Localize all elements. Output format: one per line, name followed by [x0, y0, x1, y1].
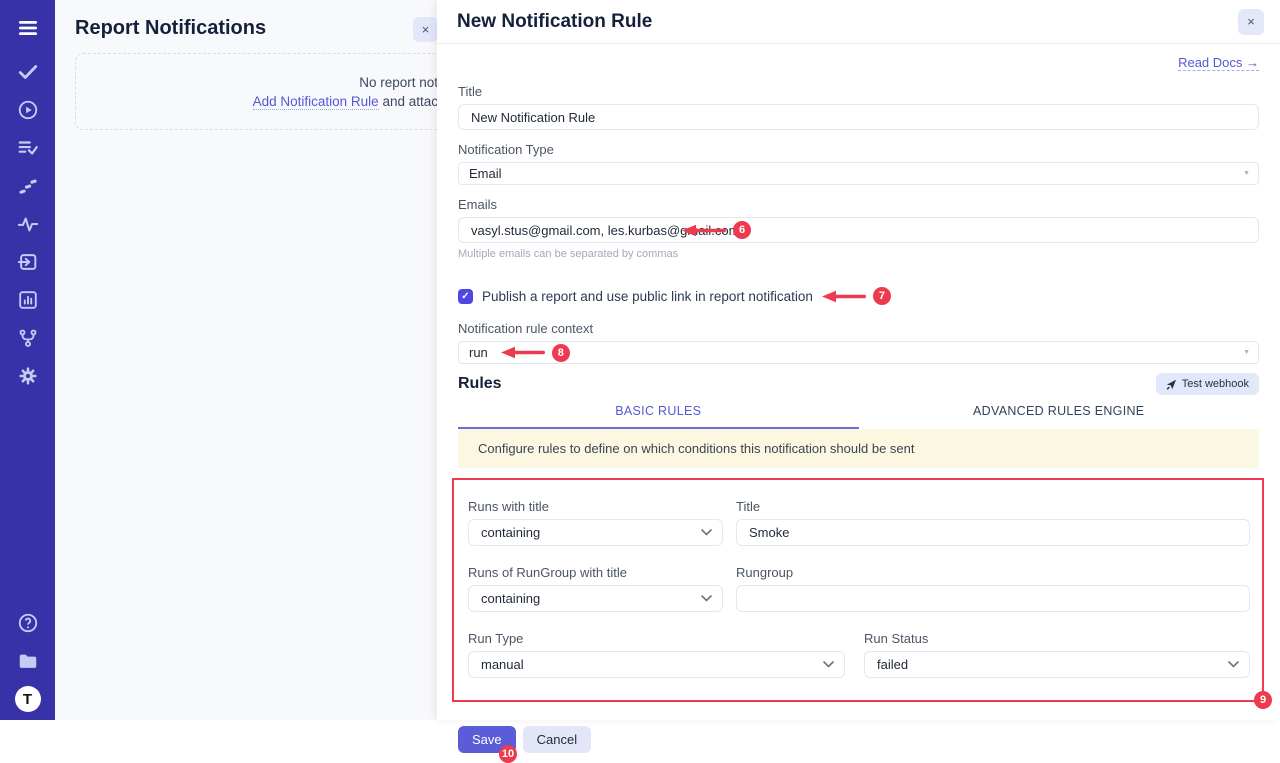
- chevron-down-icon: [701, 595, 712, 602]
- rules-info-banner: Configure rules to define on which condi…: [458, 429, 1259, 468]
- emails-label: Emails: [458, 197, 1259, 212]
- rules-tabs: BASIC RULES ADVANCED RULES ENGINE: [458, 404, 1259, 429]
- cancel-button[interactable]: Cancel: [523, 726, 591, 753]
- help-button[interactable]: [15, 611, 41, 635]
- runs-of-rungroup-select[interactable]: containing: [468, 585, 723, 612]
- panel-title: New Notification Rule: [457, 11, 652, 33]
- sidebar-item-reports[interactable]: [15, 288, 41, 312]
- context-select[interactable]: run 8: [458, 341, 1259, 364]
- sidebar-item-branches[interactable]: [15, 326, 41, 350]
- read-docs-link[interactable]: Read Docs →: [1178, 55, 1259, 71]
- test-webhook-label: Test webhook: [1182, 378, 1249, 390]
- close-icon: ×: [422, 22, 430, 37]
- bar-chart-icon: [17, 289, 39, 311]
- run-type-label: Run Type: [468, 631, 845, 646]
- tab-advanced-rules-engine[interactable]: ADVANCED RULES ENGINE: [859, 404, 1260, 429]
- publish-checkbox-label: Publish a report and use public link in …: [482, 289, 813, 304]
- close-icon: ×: [1247, 14, 1255, 29]
- menu-button[interactable]: [15, 16, 41, 40]
- chevron-down-icon: [823, 661, 834, 668]
- annotation-badge-6: 6: [733, 221, 751, 239]
- sidebar-item-analytics[interactable]: [15, 212, 41, 236]
- runs-with-title-label: Runs with title: [468, 499, 723, 514]
- run-type-select[interactable]: manual: [468, 651, 845, 678]
- rocket-icon: [1166, 379, 1177, 390]
- empty-state-suffix: and attac: [379, 94, 438, 109]
- sidebar-item-results[interactable]: [15, 136, 41, 160]
- emails-helper-text: Multiple emails can be separated by comm…: [458, 248, 1259, 260]
- run-type-value: manual: [481, 657, 524, 672]
- panel-close-button[interactable]: ×: [1238, 9, 1264, 35]
- annotation-badge-8: 8: [552, 344, 570, 362]
- sidebar-item-check[interactable]: [15, 60, 41, 84]
- check-icon: [17, 61, 39, 83]
- notification-type-label: Notification Type: [458, 142, 1259, 157]
- folder-icon: [17, 650, 39, 672]
- sidebar-item-runs[interactable]: [15, 98, 41, 122]
- title-label: Title: [458, 84, 1259, 99]
- branch-icon: [17, 327, 39, 349]
- tab-basic-rules[interactable]: BASIC RULES: [458, 404, 859, 429]
- run-status-label: Run Status: [864, 631, 1250, 646]
- rungroup-input[interactable]: [736, 585, 1250, 612]
- notification-type-select[interactable]: Email: [458, 162, 1259, 185]
- play-circle-icon: [17, 99, 39, 121]
- chevron-down-icon: [701, 529, 712, 536]
- help-icon: [17, 612, 39, 634]
- logo-icon: T: [15, 686, 41, 712]
- annotation-badge-7: 7: [873, 287, 891, 305]
- steps-icon: [17, 175, 39, 197]
- publish-checkbox[interactable]: [458, 289, 473, 304]
- emails-input[interactable]: [458, 217, 1259, 243]
- rules-heading: Rules: [458, 375, 502, 393]
- test-webhook-button[interactable]: Test webhook: [1156, 373, 1259, 395]
- rungroup-label: Rungroup: [736, 565, 1250, 580]
- menu-icon: [16, 16, 40, 40]
- left-panel-close-button[interactable]: ×: [413, 17, 438, 42]
- annotation-arrow-6: [682, 224, 726, 237]
- new-notification-rule-panel: New Notification Rule × Read Docs → Titl…: [437, 0, 1280, 720]
- title-input[interactable]: [458, 104, 1259, 130]
- sidebar-item-import[interactable]: [15, 250, 41, 274]
- run-status-value: failed: [877, 657, 908, 672]
- chevron-down-icon: [1228, 661, 1239, 668]
- gear-icon: [17, 365, 39, 387]
- runs-of-rungroup-label: Runs of RunGroup with title: [468, 565, 723, 580]
- activity-icon: [17, 213, 39, 235]
- add-notification-rule-link[interactable]: Add Notification Rule: [253, 94, 379, 110]
- annotation-badge-10: 10: [499, 745, 517, 763]
- runs-with-title-value: containing: [481, 525, 540, 540]
- empty-state-line1: No report not: [359, 75, 438, 90]
- context-label: Notification rule context: [458, 321, 1259, 336]
- annotation-badge-9: 9: [1254, 691, 1272, 709]
- sidebar-item-steps[interactable]: [15, 174, 41, 198]
- runs-with-title-select[interactable]: containing: [468, 519, 723, 546]
- annotation-arrow-8: [501, 346, 545, 359]
- rule-title-label: Title: [736, 499, 1250, 514]
- runs-of-rungroup-value: containing: [481, 591, 540, 606]
- annotation-7: 7: [822, 287, 891, 305]
- annotation-8: 8: [501, 344, 570, 362]
- run-status-select[interactable]: failed: [864, 651, 1250, 678]
- sidebar-item-settings[interactable]: [15, 364, 41, 388]
- empty-state-text: No report not Add Notification Rule and …: [76, 73, 438, 111]
- sidebar: T: [0, 0, 55, 720]
- logo-button[interactable]: T: [15, 687, 41, 711]
- list-check-icon: [17, 137, 39, 159]
- rule-title-input[interactable]: [736, 519, 1250, 546]
- panel-header: New Notification Rule ×: [437, 0, 1280, 44]
- annotation-arrow-7: [822, 290, 866, 303]
- notification-type-value: Email: [469, 166, 502, 181]
- context-value: run: [469, 345, 488, 360]
- projects-button[interactable]: [15, 649, 41, 673]
- enter-icon: [17, 251, 39, 273]
- annotation-6: 6: [682, 217, 751, 243]
- basic-rules-box: Runs with title containing Title Runs of…: [452, 478, 1264, 702]
